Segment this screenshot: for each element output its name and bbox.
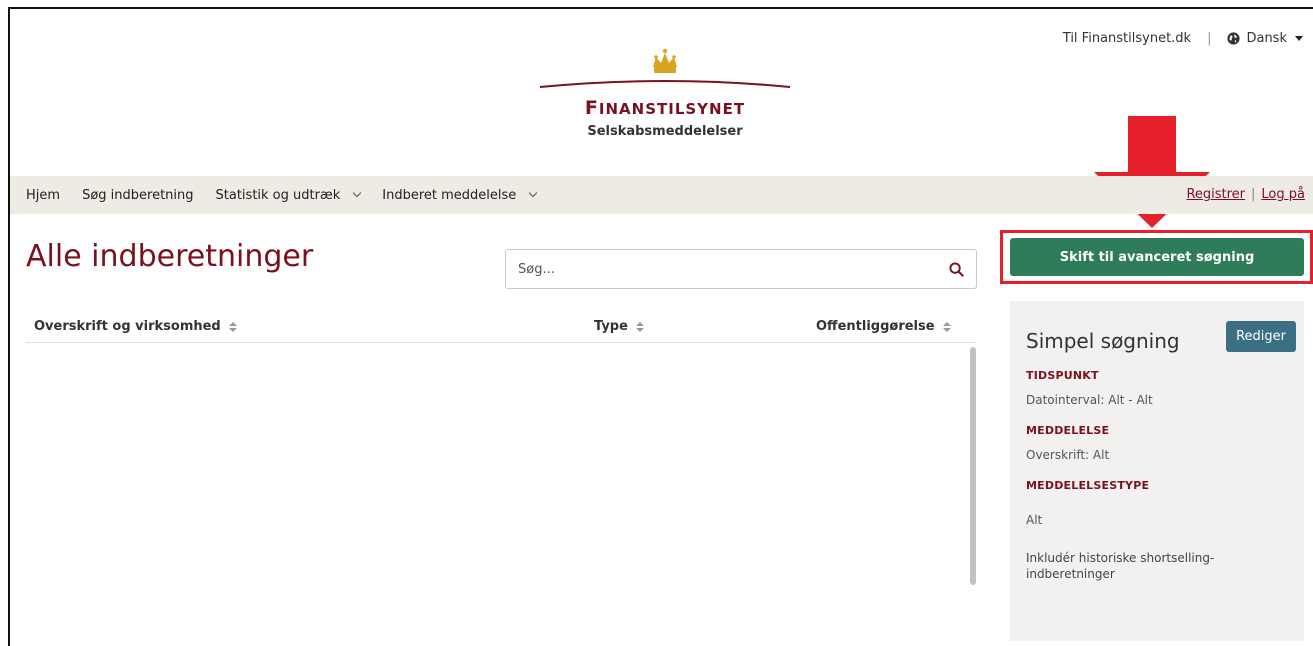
chevron-down-icon bbox=[529, 188, 538, 198]
brand-subtitle: Selskabsmeddelelser bbox=[587, 124, 743, 139]
column-label: Overskrift og virksomhed bbox=[34, 319, 221, 334]
caret-down-icon bbox=[1295, 36, 1303, 41]
crown-logo-icon bbox=[539, 48, 791, 88]
auth-links: Registrer | Log på bbox=[1186, 187, 1305, 202]
main-navigation: Hjem Søg indberetning Statistik og udtræ… bbox=[10, 176, 1313, 214]
highlight-box bbox=[1000, 230, 1313, 284]
search-icon[interactable] bbox=[949, 262, 964, 277]
register-link[interactable]: Registrer bbox=[1186, 187, 1245, 202]
sort-icon bbox=[635, 321, 644, 332]
search-box bbox=[505, 249, 977, 289]
section-heading-meddelelsestype: MEDDELELSESTYPE bbox=[1026, 479, 1150, 492]
site-logo[interactable]: FINANSTILSYNET Selskabsmeddelelser bbox=[520, 47, 810, 157]
page-title: Alle indberetninger bbox=[26, 239, 314, 274]
sort-icon bbox=[228, 321, 237, 332]
section-heading-meddelelse: MEDDELELSE bbox=[1026, 424, 1110, 437]
search-input[interactable] bbox=[506, 250, 926, 288]
globe-icon bbox=[1227, 32, 1241, 45]
column-label: Offentliggørelse bbox=[816, 319, 935, 334]
nav-item-statistik[interactable]: Statistik og udtræk bbox=[215, 187, 362, 203]
section-value-tidspunkt: Datointerval: Alt - Alt bbox=[1026, 393, 1153, 407]
results-scrollbar[interactable] bbox=[970, 347, 976, 585]
section-heading-tidspunkt: TIDSPUNKT bbox=[1026, 369, 1099, 382]
language-selector[interactable]: Dansk bbox=[1227, 31, 1303, 46]
column-header-offentliggoerelse[interactable]: Offentliggørelse bbox=[816, 319, 951, 334]
column-header-type[interactable]: Type bbox=[594, 319, 644, 334]
chevron-down-icon bbox=[353, 188, 362, 198]
column-header-overskrift[interactable]: Overskrift og virksomhed bbox=[34, 319, 237, 334]
simple-search-panel: Simpel søgning Rediger TIDSPUNKT Datoint… bbox=[1010, 301, 1304, 641]
results-table-header: Overskrift og virksomhed Type Offentligg… bbox=[26, 307, 976, 343]
language-label: Dansk bbox=[1246, 31, 1287, 46]
edit-button[interactable]: Rediger bbox=[1226, 321, 1296, 352]
brand-initial: F bbox=[584, 97, 599, 119]
brand-rest: INANSTILSYNET bbox=[598, 100, 746, 118]
nav-item-label: Søg indberetning bbox=[82, 187, 194, 203]
auth-separator: | bbox=[1251, 187, 1256, 202]
sort-icon bbox=[942, 321, 951, 332]
section-value-meddelelse: Overskrift: Alt bbox=[1026, 448, 1110, 462]
section-value-meddelelsestype: Alt bbox=[1026, 513, 1043, 527]
nav-item-label: Indberet meddelelse bbox=[382, 187, 517, 203]
browser-frame: Til Finanstilsynet.dk | Dansk FINANSTILS… bbox=[8, 7, 1313, 646]
nav-item-label: Statistik og udtræk bbox=[215, 187, 341, 203]
nav-item-label: Hjem bbox=[26, 187, 61, 203]
brand-name: FINANSTILSYNET bbox=[520, 97, 810, 119]
column-label: Type bbox=[594, 319, 628, 334]
finanstilsynet-link[interactable]: Til Finanstilsynet.dk bbox=[1063, 31, 1191, 46]
topbar-separator: | bbox=[1207, 31, 1212, 46]
login-link[interactable]: Log på bbox=[1261, 187, 1305, 202]
historic-shortselling-note: Inkludér historiske shortselling-indbere… bbox=[1026, 551, 1215, 581]
nav-item-soeg-indberetning[interactable]: Søg indberetning bbox=[82, 188, 193, 203]
top-utility-bar: Til Finanstilsynet.dk | Dansk bbox=[1063, 31, 1303, 46]
nav-item-hjem[interactable]: Hjem bbox=[26, 188, 60, 203]
nav-item-indberet-meddelelse[interactable]: Indberet meddelelse bbox=[382, 187, 538, 203]
